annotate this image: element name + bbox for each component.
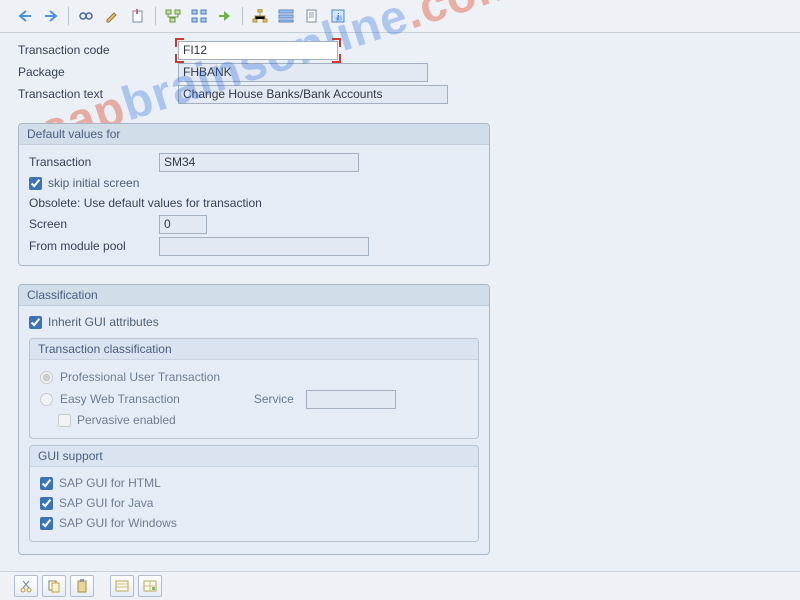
classification-group: Classification Inherit GUI attributes Tr… [18,284,490,555]
copy-icon[interactable] [42,575,66,597]
gui-support-title: GUI support [30,446,478,467]
default-transaction-label: Transaction [29,155,159,169]
inherit-attributes-checkbox[interactable]: Inherit GUI attributes [29,312,479,332]
pervasive-checkbox[interactable]: Pervasive enabled [58,410,468,430]
svg-text:i: i [337,12,340,23]
navigate-icon[interactable] [214,5,236,27]
paste-icon[interactable] [70,575,94,597]
pervasive-input[interactable] [58,414,71,427]
skip-initial-checkbox[interactable]: skip initial screen [29,173,479,193]
display-icon[interactable] [75,5,97,27]
service-field [306,390,396,409]
object-list-icon[interactable] [188,5,210,27]
gui-html-input[interactable] [40,477,53,490]
radio-easy-row: Easy Web Transaction Service [40,388,468,410]
gui-java-label: SAP GUI for Java [59,496,153,510]
gui-support-subgroup: GUI support SAP GUI for HTML SAP GUI for… [29,445,479,542]
radio-professional-label: Professional User Transaction [60,370,220,384]
toolbar-separator [155,7,156,25]
inherit-attributes-label: Inherit GUI attributes [48,315,159,329]
layout1-icon[interactable] [110,575,134,597]
radio-professional-input[interactable] [40,371,53,384]
toolbar-separator [68,7,69,25]
create-icon[interactable] [127,5,149,27]
transaction-text-field: Change House Banks/Bank Accounts [178,85,448,104]
cut-icon[interactable] [14,575,38,597]
transaction-code-field[interactable] [178,41,338,60]
transaction-text-label: Transaction text [18,87,178,101]
hierarchy1-icon[interactable] [249,5,271,27]
gui-win-checkbox[interactable]: SAP GUI for Windows [40,513,468,533]
inherit-attributes-input[interactable] [29,316,42,329]
obsolete-text: Obsolete: Use default values for transac… [29,196,262,210]
default-values-group: Default values for Transaction SM34 skip… [18,123,490,266]
transaction-classification-subgroup: Transaction classification Professional … [29,338,479,439]
default-transaction-field: SM34 [159,153,359,172]
package-label: Package [18,65,178,79]
radio-professional[interactable]: Professional User Transaction [40,366,468,388]
gui-html-checkbox[interactable]: SAP GUI for HTML [40,473,468,493]
where-used-icon[interactable] [162,5,184,27]
radio-easy[interactable]: Easy Web Transaction [40,392,180,406]
gui-html-label: SAP GUI for HTML [59,476,161,490]
forward-arrow-icon[interactable] [40,5,62,27]
service-label: Service [254,392,294,406]
radio-easy-input[interactable] [40,393,53,406]
module-pool-label: From module pool [29,239,159,253]
back-arrow-icon[interactable] [14,5,36,27]
layout2-icon[interactable] [138,575,162,597]
screen-field: 0 [159,215,207,234]
radio-easy-label: Easy Web Transaction [60,392,180,406]
module-pool-field [159,237,369,256]
edit-icon[interactable] [101,5,123,27]
skip-initial-label: skip initial screen [48,176,139,190]
documentation-icon[interactable] [301,5,323,27]
info-icon[interactable]: i [327,5,349,27]
bottom-toolbar [0,571,800,600]
default-values-title: Default values for [19,124,489,145]
gui-win-input[interactable] [40,517,53,530]
hierarchy2-icon[interactable] [275,5,297,27]
toolbar-separator [242,7,243,25]
gui-win-label: SAP GUI for Windows [59,516,177,530]
transaction-classification-title: Transaction classification [30,339,478,360]
classification-title: Classification [19,285,489,306]
gui-java-input[interactable] [40,497,53,510]
transaction-code-label: Transaction code [18,43,178,57]
gui-java-checkbox[interactable]: SAP GUI for Java [40,493,468,513]
application-toolbar: i [0,0,800,33]
transaction-code-focus [178,41,338,60]
package-field: FHBANK [178,63,428,82]
screen-label: Screen [29,217,159,231]
skip-initial-input[interactable] [29,177,42,190]
pervasive-label: Pervasive enabled [77,413,176,427]
